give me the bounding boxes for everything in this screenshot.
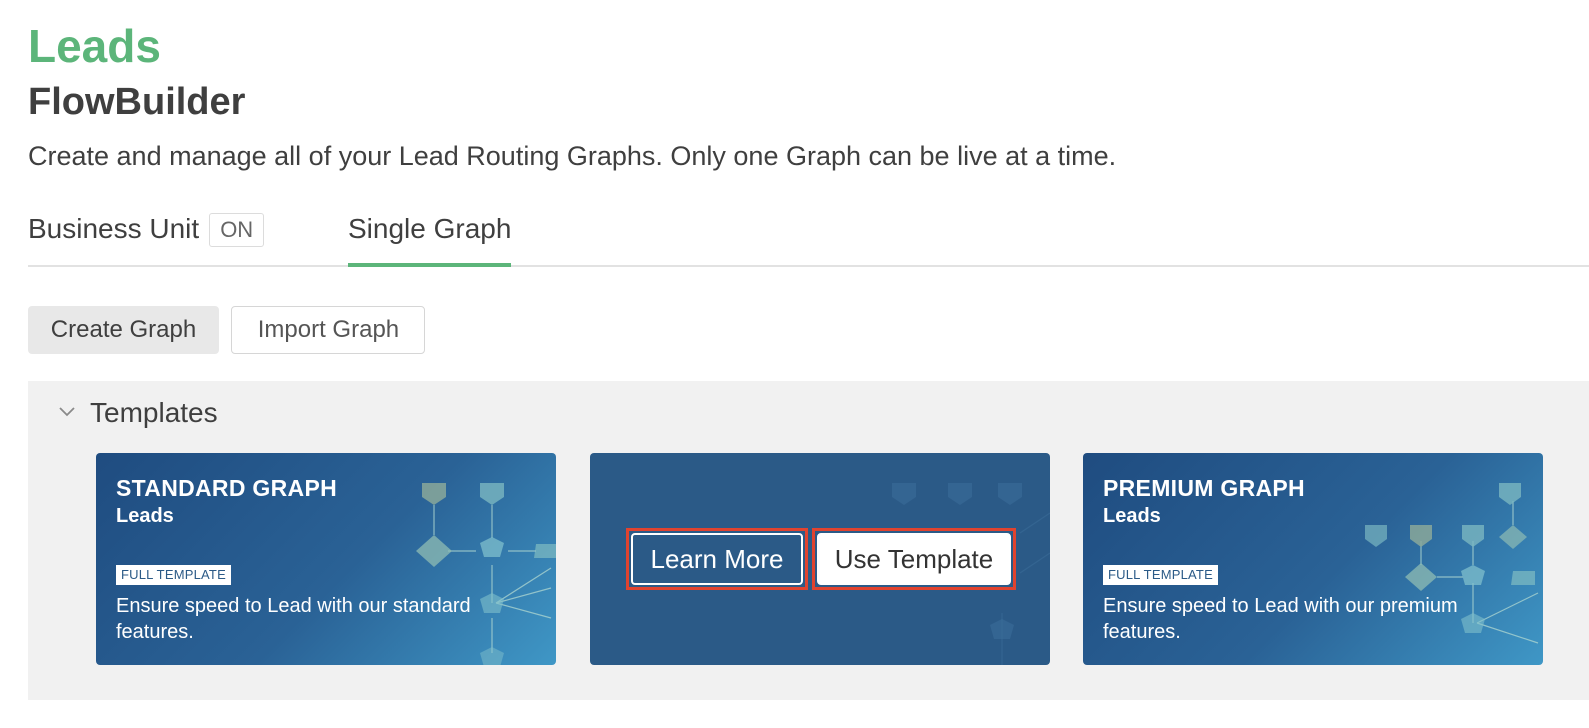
- tab-business-unit[interactable]: Business Unit ON: [28, 205, 265, 265]
- template-card-premium[interactable]: PREMIUM GRAPH Leads FULL TEMPLATE Ensure…: [1083, 453, 1543, 665]
- highlight-outline: Learn More: [626, 528, 808, 590]
- chevron-down-icon: [59, 407, 75, 417]
- highlight-outline: Use Template: [812, 528, 1016, 590]
- full-template-badge: FULL TEMPLATE: [1103, 565, 1218, 585]
- tab-bar: Business Unit ON Single Graph: [28, 205, 1589, 267]
- template-hover-actions: Learn More Use Template: [626, 528, 1020, 590]
- card-title: PREMIUM GRAPH: [1103, 475, 1305, 501]
- card-title: STANDARD GRAPH: [116, 475, 337, 501]
- template-card-hovered[interactable]: Learn More Use Template: [590, 453, 1050, 665]
- card-description: Ensure speed to Lead with our premium fe…: [1103, 595, 1458, 643]
- templates-section-toggle[interactable]: Templates: [58, 397, 218, 429]
- create-graph-button[interactable]: Create Graph: [28, 306, 219, 354]
- page-description: Create and manage all of your Lead Routi…: [28, 141, 1117, 171]
- tab-label: Business Unit: [28, 213, 200, 244]
- tab-label: Single Graph: [348, 213, 512, 244]
- business-unit-status-badge: ON: [209, 213, 265, 247]
- card-description: Ensure speed to Lead with our standard f…: [116, 595, 471, 643]
- card-subtitle: Leads: [1103, 505, 1161, 527]
- tab-single-graph[interactable]: Single Graph: [348, 205, 512, 267]
- page-title: FlowBuilder: [28, 81, 246, 123]
- templates-title: Templates: [90, 397, 218, 428]
- full-template-badge: FULL TEMPLATE: [116, 565, 231, 585]
- learn-more-button[interactable]: Learn More: [631, 533, 803, 585]
- import-graph-button[interactable]: Import Graph: [231, 306, 426, 354]
- graph-actions-toolbar: Create Graph Import Graph: [28, 306, 433, 354]
- object-title: Leads: [28, 20, 161, 72]
- card-subtitle: Leads: [116, 505, 174, 527]
- flowbuilder-page: Leads FlowBuilder Create and manage all …: [0, 0, 1589, 728]
- template-card-standard[interactable]: STANDARD GRAPH Leads FULL TEMPLATE Ensur…: [96, 453, 556, 665]
- templates-panel: Templates STANDARD GRAPH Leads FULL TEMP…: [28, 381, 1589, 700]
- use-template-button[interactable]: Use Template: [817, 533, 1011, 585]
